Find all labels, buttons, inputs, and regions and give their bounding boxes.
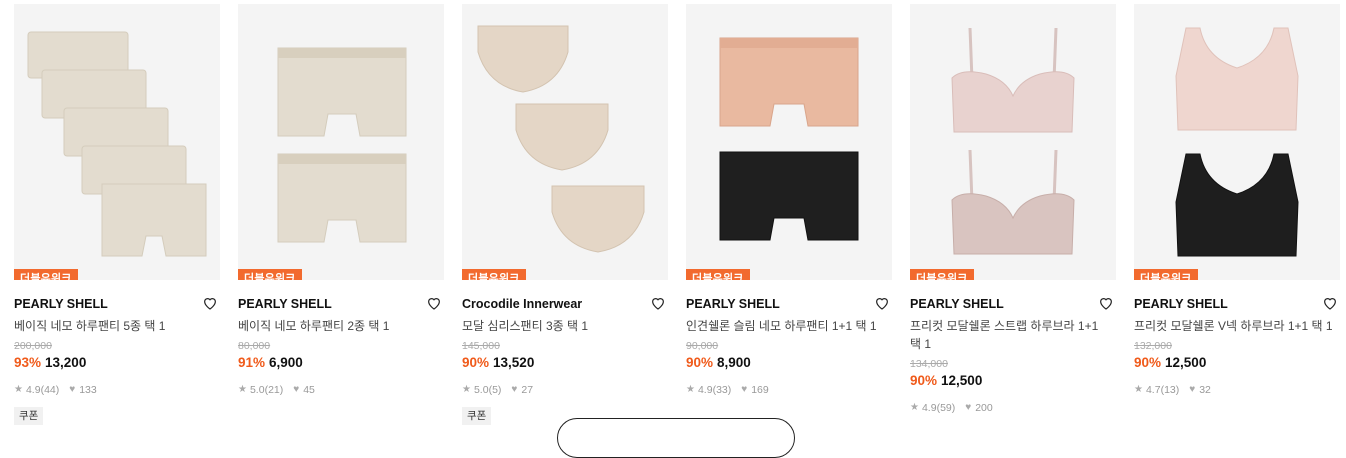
original-price: 200,000 bbox=[14, 340, 52, 352]
product-card[interactable]: 더블유위크 PEARLY SHELL 프리컷 모달쉘론 스트랩 하루브라 1+1… bbox=[910, 4, 1116, 415]
promo-tag: 더블유위크 bbox=[238, 269, 302, 280]
discount-rate: 90% bbox=[1134, 355, 1162, 370]
product-title[interactable]: 인견쉘론 슬림 네모 하루팬티 1+1 택 1 bbox=[686, 317, 886, 335]
rating-value: 5.0 bbox=[473, 384, 489, 396]
product-image[interactable]: 더블유위크 bbox=[462, 4, 668, 280]
heart-outline-icon[interactable] bbox=[1322, 295, 1338, 311]
sale-price: 13,200 bbox=[45, 355, 87, 370]
review-count: (59) bbox=[936, 402, 956, 414]
product-brand[interactable]: Crocodile Innerwear bbox=[462, 297, 582, 311]
review-count: (44) bbox=[40, 384, 60, 396]
rating-value: 4.7 bbox=[1145, 384, 1161, 396]
review-count: (13) bbox=[1160, 384, 1180, 396]
like-count: 45 bbox=[303, 384, 315, 396]
like-count: 27 bbox=[521, 384, 534, 396]
star-icon: ★ bbox=[686, 384, 695, 395]
discount-rate: 90% bbox=[910, 373, 938, 388]
promo-tag: 더블유위크 bbox=[14, 269, 78, 280]
rating-value: 4.9 bbox=[697, 384, 713, 396]
star-icon: ★ bbox=[238, 384, 247, 395]
original-price: 80,000 bbox=[238, 340, 271, 352]
original-price: 134,000 bbox=[910, 358, 948, 370]
heart-outline-icon[interactable] bbox=[426, 295, 442, 311]
product-brand[interactable]: PEARLY SHELL bbox=[686, 297, 780, 311]
heart-outline-icon[interactable] bbox=[1098, 295, 1114, 311]
sale-price: 12,500 bbox=[941, 373, 983, 388]
heart-outline-icon[interactable] bbox=[650, 295, 666, 311]
discount-rate: 91% bbox=[238, 355, 266, 370]
product-title[interactable]: 베이직 네모 하루팬티 5종 택 1 bbox=[14, 317, 214, 335]
product-title[interactable]: 모달 심리스팬티 3종 택 1 bbox=[462, 317, 662, 335]
load-more-button[interactable] bbox=[557, 418, 795, 458]
review-count: (21) bbox=[264, 384, 284, 396]
rating-value: 5.0 bbox=[249, 384, 265, 396]
product-title[interactable]: 프리컷 모달쉘론 스트랩 하루브라 1+1 택 1 bbox=[910, 317, 1110, 353]
product-image[interactable]: 더블유위크 bbox=[1134, 4, 1340, 280]
like-count: 32 bbox=[1199, 384, 1211, 396]
star-icon: ★ bbox=[910, 402, 919, 413]
promo-tag: 더블유위크 bbox=[686, 269, 750, 280]
star-icon: ★ bbox=[462, 384, 471, 395]
like-count: 169 bbox=[751, 384, 769, 396]
heart-filled-icon: ♥ bbox=[1189, 384, 1196, 395]
product-card[interactable]: 더블유위크 Crocodile Innerwear 모달 심리스팬티 3종 택 … bbox=[462, 4, 668, 425]
like-count: 200 bbox=[975, 402, 993, 414]
original-price: 145,000 bbox=[462, 340, 500, 352]
review-count: (33) bbox=[712, 384, 732, 396]
coupon-badge: 쿠폰 bbox=[462, 407, 492, 425]
coupon-badge: 쿠폰 bbox=[14, 407, 44, 425]
product-card[interactable]: 더블유위크 PEARLY SHELL 프리컷 모달쉘론 V넥 하루브라 1+1 … bbox=[1134, 4, 1340, 397]
product-card[interactable]: 더블유위크 PEARLY SHELL 베이직 네모 하루팬티 5종 택 1 20… bbox=[14, 4, 220, 425]
product-image[interactable]: 더블유위크 bbox=[14, 4, 220, 280]
heart-outline-icon[interactable] bbox=[202, 295, 218, 311]
product-grid: 더블유위크 PEARLY SHELL 베이직 네모 하루팬티 5종 택 1 20… bbox=[14, 4, 1340, 431]
heart-filled-icon: ♥ bbox=[741, 384, 748, 395]
discount-rate: 93% bbox=[14, 355, 42, 370]
product-card[interactable]: 더블유위크 PEARLY SHELL 인견쉘론 슬림 네모 하루팬티 1+1 택… bbox=[686, 4, 892, 397]
sale-price: 8,900 bbox=[717, 355, 751, 370]
product-image[interactable]: 더블유위크 bbox=[686, 4, 892, 280]
promo-tag: 더블유위크 bbox=[1134, 269, 1198, 280]
original-price: 132,000 bbox=[1134, 340, 1172, 352]
heart-filled-icon: ♥ bbox=[69, 384, 76, 395]
product-brand[interactable]: PEARLY SHELL bbox=[14, 297, 108, 311]
review-count: (5) bbox=[488, 384, 502, 396]
promo-tag: 더블유위크 bbox=[462, 269, 526, 280]
product-card[interactable]: 더블유위크 PEARLY SHELL 베이직 네모 하루팬티 2종 택 1 80… bbox=[238, 4, 444, 397]
like-count: 133 bbox=[79, 384, 97, 396]
sale-price: 6,900 bbox=[269, 355, 303, 370]
promo-tag: 더블유위크 bbox=[910, 269, 974, 280]
rating-value: 4.9 bbox=[25, 384, 41, 396]
rating-value: 4.9 bbox=[921, 402, 937, 414]
star-icon: ★ bbox=[1134, 384, 1143, 395]
heart-filled-icon: ♥ bbox=[965, 402, 972, 413]
heart-outline-icon[interactable] bbox=[874, 295, 890, 311]
product-image[interactable]: 더블유위크 bbox=[238, 4, 444, 280]
original-price: 90,000 bbox=[686, 340, 719, 352]
star-icon: ★ bbox=[14, 384, 23, 395]
product-title[interactable]: 베이직 네모 하루팬티 2종 택 1 bbox=[238, 317, 438, 335]
heart-filled-icon: ♥ bbox=[293, 384, 300, 395]
discount-rate: 90% bbox=[686, 355, 714, 370]
product-title[interactable]: 프리컷 모달쉘론 V넥 하루브라 1+1 택 1 bbox=[1134, 317, 1334, 335]
product-brand[interactable]: PEARLY SHELL bbox=[1134, 297, 1228, 311]
product-brand[interactable]: PEARLY SHELL bbox=[238, 297, 332, 311]
product-image[interactable]: 더블유위크 bbox=[910, 4, 1116, 280]
sale-price: 13,520 bbox=[493, 355, 535, 370]
discount-rate: 90% bbox=[462, 355, 490, 370]
sale-price: 12,500 bbox=[1165, 355, 1207, 370]
heart-filled-icon: ♥ bbox=[511, 384, 518, 395]
product-brand[interactable]: PEARLY SHELL bbox=[910, 297, 1004, 311]
